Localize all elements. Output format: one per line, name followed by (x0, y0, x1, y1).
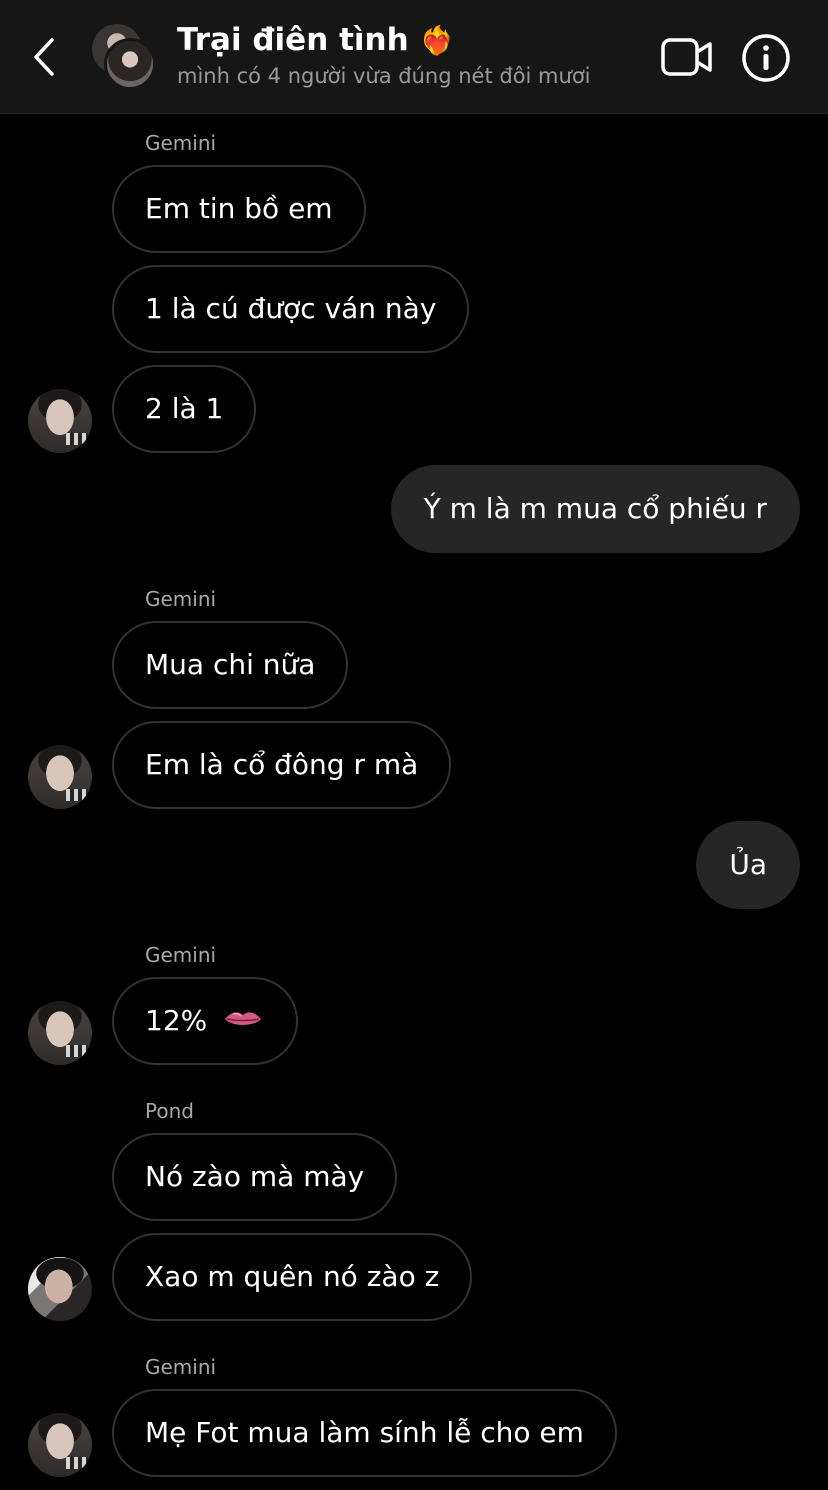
avatar[interactable] (28, 389, 92, 453)
sender-label: Gemini (145, 1355, 217, 1379)
message-bubble[interactable]: Nó zào mà mày (112, 1133, 398, 1221)
message-bubble[interactable]: 2 là 1 (112, 365, 257, 453)
info-button[interactable] (741, 33, 791, 83)
message-bubble[interactable]: Em tin bồ em (112, 165, 366, 253)
heart-on-fire-emoji: ❤️‍🔥 (419, 24, 455, 57)
avatar[interactable] (28, 1001, 92, 1065)
sender-label: Gemini (145, 943, 217, 967)
info-icon (742, 34, 790, 82)
message-bubble-outgoing[interactable]: Ý m là m mua cổ phiếu r (390, 465, 800, 553)
message-bubble[interactable]: Mẹ Fot mua làm sính lễ cho em (112, 1389, 617, 1477)
message-text: 12% (145, 1004, 208, 1037)
avatar[interactable] (28, 745, 92, 809)
sender-label: Gemini (145, 131, 217, 155)
video-call-button[interactable] (660, 36, 714, 78)
chevron-left-icon (34, 38, 54, 76)
message-bubble[interactable]: 12% (112, 977, 299, 1065)
sender-label: Pond (145, 1099, 194, 1123)
chat-header: Trại điên tình ❤️‍🔥 mình có 4 người vừa … (0, 0, 828, 114)
chat-title-text: Trại điên tình (177, 22, 409, 58)
message-bubble[interactable]: Em là cổ đông r mà (112, 721, 452, 809)
message-bubble[interactable]: 1 là cú được ván này (112, 265, 470, 353)
lips-emoji-icon (225, 1012, 262, 1025)
message-bubble-outgoing[interactable]: Ủa (696, 821, 800, 909)
video-camera-icon (661, 38, 712, 76)
message-bubble[interactable]: Mua chi nữa (112, 621, 349, 709)
avatar[interactable] (28, 1413, 92, 1477)
back-button[interactable] (26, 34, 66, 80)
chat-subtitle: mình có 4 người vừa đúng nét đôi mươi (177, 64, 591, 88)
sender-label: Gemini (145, 587, 217, 611)
chat-title[interactable]: Trại điên tình ❤️‍🔥 (177, 22, 454, 58)
chat-screen: Trại điên tình ❤️‍🔥 mình có 4 người vừa … (0, 0, 828, 1490)
message-bubble[interactable]: Xao m quên nó zào z (112, 1233, 473, 1321)
group-avatar[interactable] (92, 24, 160, 92)
avatar (104, 38, 156, 90)
avatar[interactable] (28, 1257, 92, 1321)
